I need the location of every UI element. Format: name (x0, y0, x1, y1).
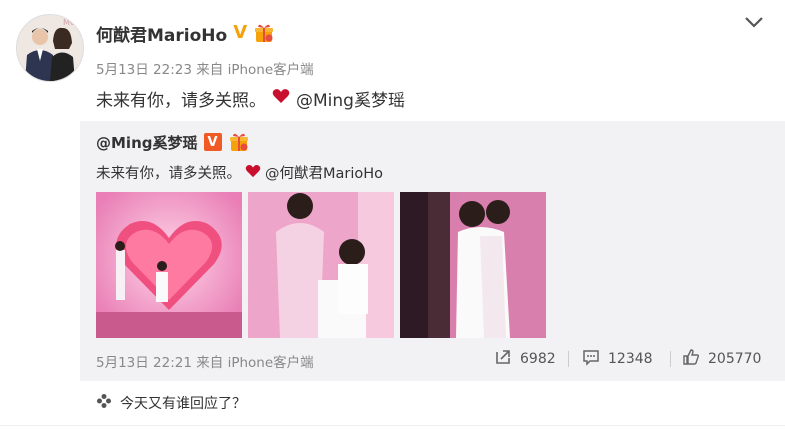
source-prefix: 来自 (196, 62, 224, 78)
post-source[interactable]: iPhone客户端 (228, 62, 314, 78)
post-header: 何猷君MarioHo V (96, 20, 275, 46)
photo-thumbnail-3[interactable] (400, 192, 546, 338)
member-gift-icon[interactable] (253, 22, 275, 44)
repost-icon (494, 348, 512, 370)
repost-card: @Ming奚梦瑶 V 未来有你，请多关照。 @何猷君MarioHo 5月13日 … (80, 121, 785, 381)
source-prefix: 来自 (196, 355, 224, 371)
repost-header: @Ming奚梦瑶 V (96, 131, 250, 153)
repost-author[interactable]: @Ming奚梦瑶 (96, 132, 198, 153)
photo-thumbnail-2[interactable] (248, 192, 394, 338)
divider (568, 351, 569, 367)
repost-source[interactable]: iPhone客户端 (228, 355, 314, 371)
repost-count: 6982 (520, 351, 556, 367)
member-gift-icon[interactable] (228, 131, 250, 153)
repost-count-button[interactable]: 6982 (494, 348, 556, 370)
comment-icon (582, 348, 600, 370)
thumbs-up-icon (682, 348, 700, 370)
repost-mention-link[interactable]: @何猷君MarioHo (265, 162, 383, 183)
post-meta: 5月13日 22:23 来自 iPhone客户端 (96, 58, 314, 78)
post-time[interactable]: 5月13日 22:23 (96, 62, 192, 78)
footer: 今天又有谁回应了？ (96, 393, 246, 413)
verified-badge[interactable]: V (203, 133, 222, 151)
repost-text: 未来有你，请多关照。 @何猷君MarioHo (96, 162, 383, 183)
footer-text[interactable]: 今天又有谁回应了？ (120, 393, 246, 413)
divider (670, 351, 671, 367)
comment-count: 12348 (608, 351, 653, 367)
post-mention-link[interactable]: @Ming奚梦瑶 (296, 86, 405, 111)
repost-text-body: 未来有你，请多关照。 (96, 166, 241, 182)
post-text-body: 未来有你，请多关照。 (96, 91, 266, 111)
verified-badge[interactable]: V (233, 24, 247, 42)
photo-thumbnail-1[interactable] (96, 192, 242, 338)
like-count: 205770 (708, 351, 762, 367)
svg-text:MOM: MOM (63, 18, 83, 27)
post-text: 未来有你，请多关照。 @Ming奚梦瑶 (96, 86, 405, 111)
like-count-button[interactable]: 205770 (682, 348, 761, 370)
divider (0, 425, 785, 426)
flower-icon (96, 393, 112, 413)
heart-icon (245, 164, 261, 182)
chevron-down-icon[interactable] (743, 14, 765, 30)
repost-time[interactable]: 5月13日 22:21 (96, 355, 192, 371)
post-author[interactable]: 何猷君MarioHo (96, 21, 227, 46)
comment-count-button[interactable]: 12348 (582, 348, 653, 370)
repost-meta: 5月13日 22:21 来自 iPhone客户端 (96, 351, 314, 371)
heart-icon (272, 88, 290, 109)
avatar[interactable]: MOM (16, 14, 84, 82)
